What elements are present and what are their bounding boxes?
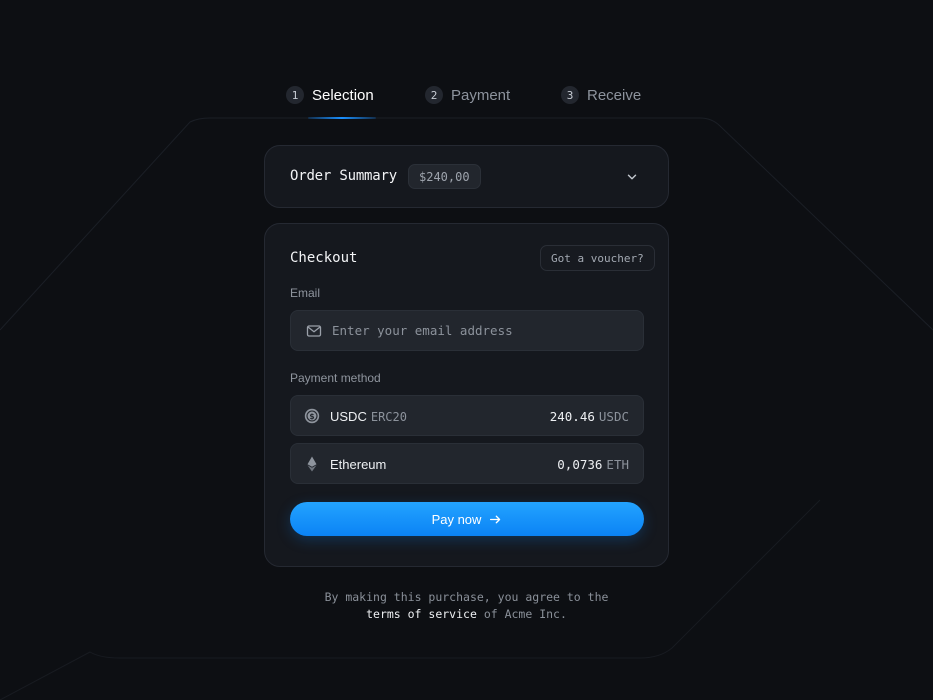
terms-line-2-suffix: of Acme Inc.	[483, 607, 567, 621]
email-label: Email	[290, 286, 321, 300]
chevron-down-icon[interactable]	[625, 170, 639, 184]
active-step-indicator	[308, 117, 376, 119]
payment-method-label: Payment method	[290, 371, 381, 385]
step-number: 1	[286, 86, 304, 104]
step-receive[interactable]: 3 Receive	[561, 84, 641, 106]
step-label: Receive	[587, 86, 642, 104]
step-number: 2	[425, 86, 443, 104]
step-payment[interactable]: 2 Payment	[425, 84, 510, 106]
email-field[interactable]	[290, 310, 644, 351]
pay-now-button[interactable]: Pay now	[290, 502, 644, 536]
method-unit: ETH	[606, 457, 629, 472]
step-label: Payment	[451, 86, 511, 104]
method-unit: USDC	[598, 409, 629, 424]
checkout-page: 1 Selection 2 Payment 3 Receive Order Su…	[0, 0, 933, 700]
svg-text:$: $	[309, 412, 314, 421]
mail-icon	[306, 325, 322, 337]
order-summary-card[interactable]: Order Summary $240,00	[264, 145, 669, 208]
payment-option-usdc[interactable]: $ USDC ERC20 240.46 USDC	[290, 395, 644, 436]
step-label: Selection	[312, 86, 374, 104]
pay-now-label: Pay now	[431, 511, 482, 527]
step-number: 3	[561, 86, 579, 104]
voucher-button[interactable]: Got a voucher?	[540, 245, 655, 271]
ethereum-icon	[307, 456, 317, 472]
method-network: ERC20	[370, 410, 407, 424]
order-summary-title: Order Summary	[290, 168, 397, 184]
terms-notice: By making this purchase, you agree to th…	[0, 589, 933, 623]
method-name: USDC	[330, 409, 367, 424]
method-amount: 240.46	[549, 409, 595, 424]
method-amount: 0,0736	[557, 457, 603, 472]
terms-of-service-link[interactable]: terms of service	[366, 607, 477, 621]
email-input[interactable]	[332, 311, 632, 350]
checkout-stepper: 1 Selection 2 Payment 3 Receive	[0, 84, 933, 120]
terms-line-1: By making this purchase, you agree to th…	[324, 590, 609, 604]
step-selection[interactable]: 1 Selection	[286, 84, 374, 106]
checkout-card: Checkout Got a voucher? Email Payment me…	[264, 223, 669, 567]
method-name: Ethereum	[330, 457, 387, 472]
payment-option-ethereum[interactable]: Ethereum 0,0736 ETH	[290, 443, 644, 484]
arrow-right-icon	[490, 515, 501, 523]
usdc-icon: $	[304, 408, 320, 424]
order-total-badge: $240,00	[408, 164, 481, 189]
checkout-heading: Checkout	[290, 250, 358, 266]
